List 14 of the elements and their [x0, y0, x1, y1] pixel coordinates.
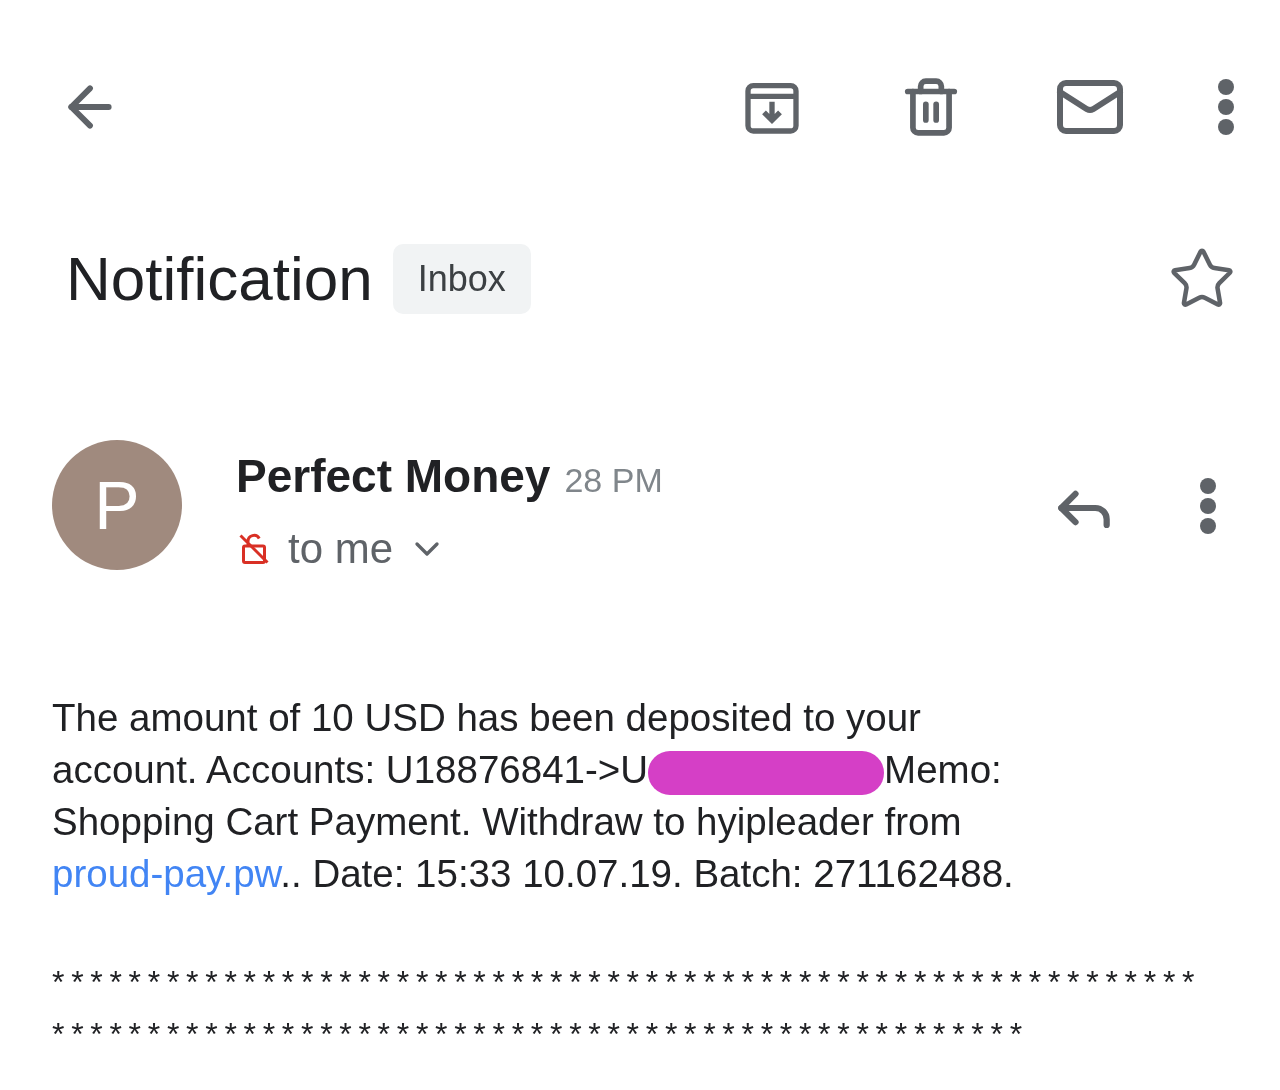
sender-more-button[interactable] — [1200, 478, 1216, 534]
more-button[interactable] — [1218, 79, 1234, 135]
label-chip: Inbox — [392, 244, 531, 314]
asterisk-line: *************************************************** — [52, 1015, 1030, 1054]
link[interactable]: proud-pay.pw — [52, 852, 281, 895]
email-body: The amount of 10 USD has been deposited to your account. Accounts: U18876841->U Memo: Shopping Cart Payment. Withdraw to hyipleader from proud-pay.pw.. Date: 15:33 10.07.19. Batch: 271162488. — [51, 695, 1015, 897]
sender-name: Perfect Money — [236, 449, 551, 504]
email-time: 28 PM — [564, 460, 663, 501]
more-vertical-icon — [1200, 478, 1216, 534]
sender-avatar: P — [52, 440, 182, 570]
more-vertical-icon — [1218, 79, 1234, 135]
asterisk-line: ************************************************************ — [52, 963, 1203, 1002]
email-subject: Notification — [66, 248, 373, 310]
recipient-text: to me — [288, 524, 394, 574]
